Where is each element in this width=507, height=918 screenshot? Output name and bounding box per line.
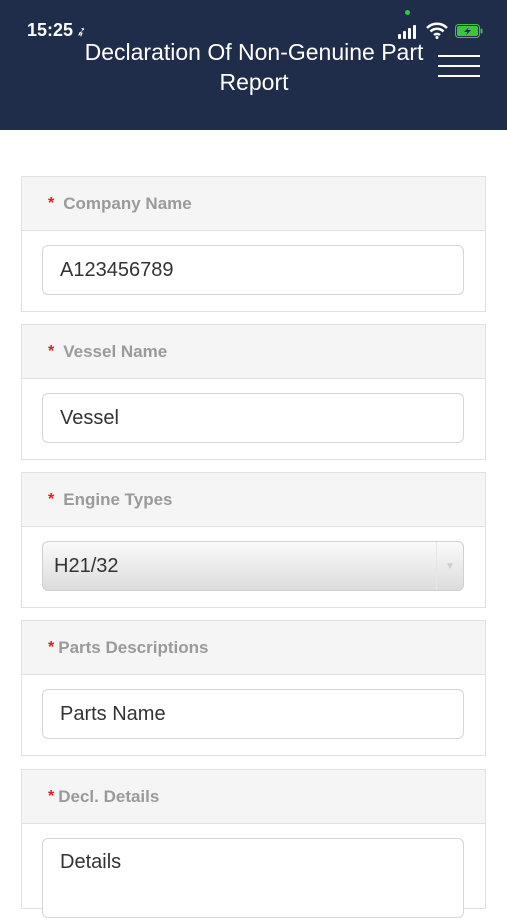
parts-descriptions-label: * Parts Descriptions	[22, 621, 485, 675]
dropdown-arrow-icon: ▼	[436, 542, 463, 590]
battery-charging-icon	[455, 24, 483, 38]
required-marker: *	[48, 490, 55, 508]
company-name-label: * Company Name	[22, 177, 485, 231]
wifi-icon	[426, 22, 448, 39]
hamburger-menu-icon[interactable]	[438, 55, 480, 77]
page-title: Declaration Of Non-Genuine Part Report	[84, 39, 424, 95]
company-name-section: * Company Name A123456789	[21, 176, 486, 312]
privacy-indicator-icon	[405, 10, 410, 15]
decl-details-textarea[interactable]: Details	[42, 838, 464, 918]
engine-types-label: * Engine Types	[22, 473, 485, 527]
company-name-input[interactable]: A123456789	[42, 245, 464, 295]
required-marker: *	[48, 787, 55, 805]
parts-descriptions-input[interactable]: Parts Name	[42, 689, 464, 739]
required-marker: *	[48, 342, 55, 360]
status-time: 15:25➶	[27, 20, 90, 41]
engine-types-select[interactable]: H21/32 ▼	[42, 541, 464, 591]
required-marker: *	[48, 638, 55, 656]
vessel-name-section: * Vessel Name Vessel	[21, 324, 486, 460]
engine-types-section: * Engine Types H21/32 ▼	[21, 472, 486, 608]
app-header: 15:25➶ Declaration Of Non-Genuine Part R…	[0, 0, 507, 130]
decl-details-section: * Decl. Details Details	[21, 769, 486, 918]
parts-descriptions-section: * Parts Descriptions Parts Name	[21, 620, 486, 756]
required-marker: *	[48, 194, 55, 212]
vessel-name-label: * Vessel Name	[22, 325, 485, 379]
vessel-name-input[interactable]: Vessel	[42, 393, 464, 443]
decl-details-label: * Decl. Details	[22, 770, 485, 824]
